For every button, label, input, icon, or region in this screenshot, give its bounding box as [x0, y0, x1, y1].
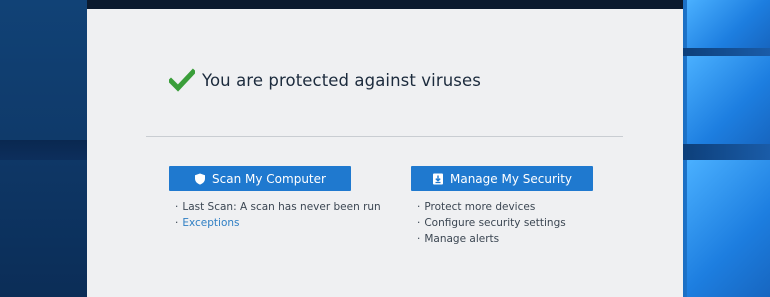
check-icon	[167, 68, 197, 92]
divider	[146, 136, 623, 137]
last-scan-info: Last Scan: A scan has never been run	[175, 199, 380, 215]
status-message: You are protected against viruses	[202, 70, 481, 90]
security-options-list: Protect more devices Configure security …	[411, 199, 593, 247]
security-section: Manage My Security Protect more devices …	[411, 166, 593, 247]
desktop: You are protected against viruses Scan M…	[0, 0, 770, 297]
scan-info-list: Last Scan: A scan has never been run Exc…	[169, 199, 380, 231]
configure-security-settings: Configure security settings	[417, 215, 593, 231]
desktop-wallpaper-left	[0, 0, 87, 297]
security-button-label: Manage My Security	[449, 171, 573, 186]
scan-my-computer-button[interactable]: Scan My Computer	[169, 166, 351, 191]
window-titlebar[interactable]	[87, 0, 683, 9]
scan-section: Scan My Computer Last Scan: A scan has n…	[169, 166, 381, 231]
manage-my-security-button[interactable]: Manage My Security	[411, 166, 593, 191]
scan-button-label: Scan My Computer	[212, 171, 326, 186]
protection-status: You are protected against viruses	[167, 68, 481, 92]
shield-icon	[194, 173, 206, 185]
manage-alerts: Manage alerts	[417, 231, 593, 247]
protect-more-devices: Protect more devices	[417, 199, 593, 215]
exceptions-link[interactable]: Exceptions	[182, 217, 239, 229]
download-icon	[432, 173, 444, 185]
antivirus-window: You are protected against viruses Scan M…	[87, 0, 683, 297]
desktop-wallpaper-right	[683, 0, 770, 297]
